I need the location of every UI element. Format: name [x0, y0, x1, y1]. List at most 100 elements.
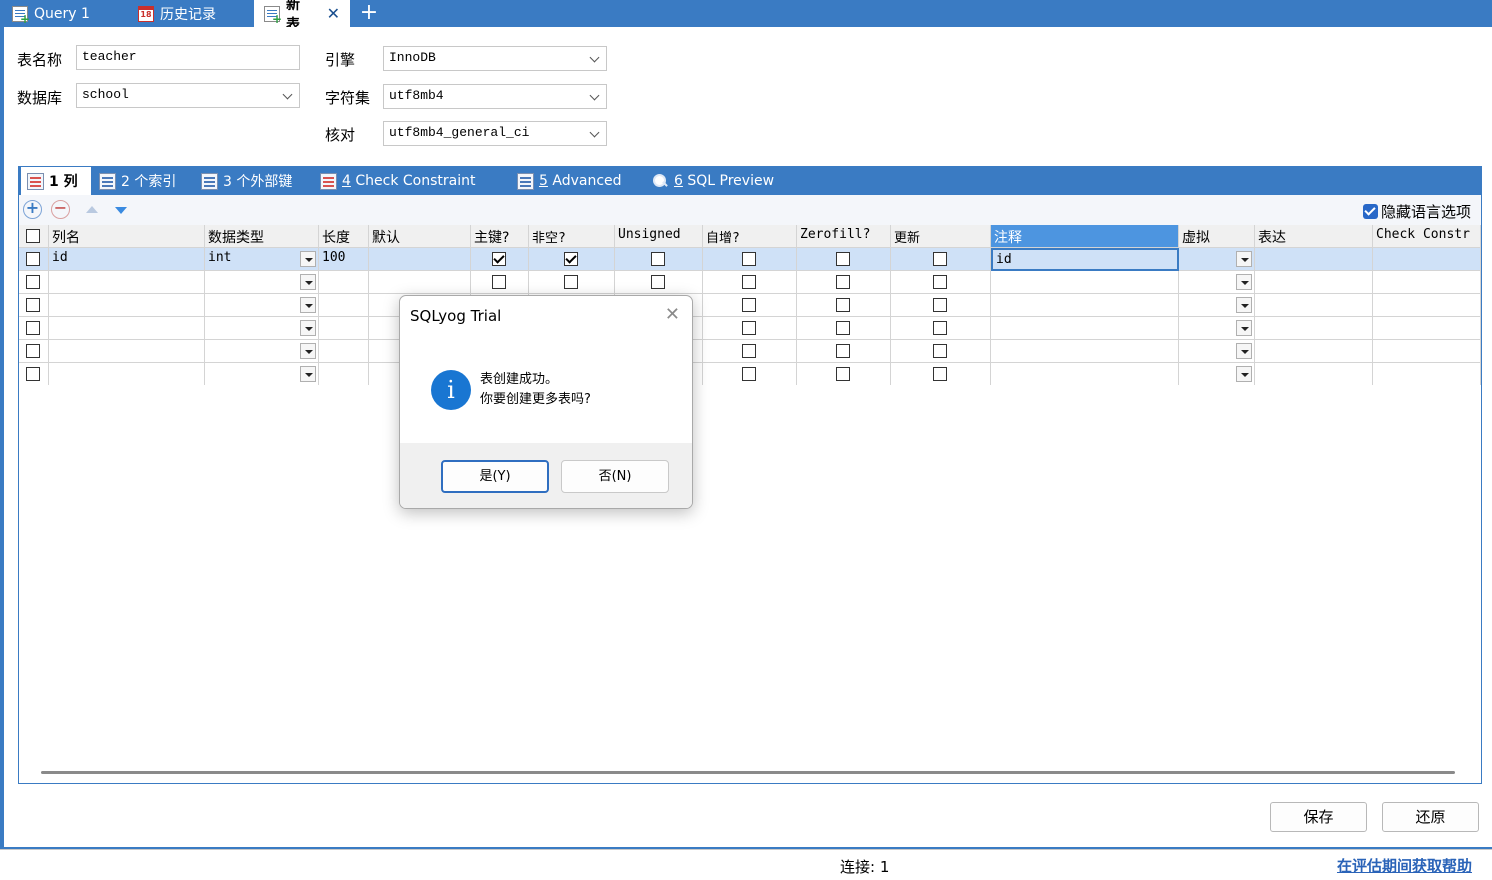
update-cell[interactable] — [891, 271, 991, 294]
chevron-down-icon[interactable] — [1236, 297, 1252, 313]
zerofill-cell[interactable] — [797, 248, 891, 271]
pk-checkbox[interactable] — [492, 252, 506, 266]
chevron-down-icon[interactable] — [1236, 274, 1252, 290]
autoinc-cell[interactable] — [703, 363, 797, 385]
row-select-checkbox[interactable] — [26, 252, 40, 266]
new-tab-plus-icon[interactable]: + — [358, 0, 380, 27]
autoinc-checkbox[interactable] — [742, 344, 756, 358]
subtab-advanced[interactable]: 5 Advanced — [511, 167, 628, 195]
column-header[interactable]: Check Constr — [1373, 225, 1481, 248]
chevron-down-icon[interactable] — [300, 320, 316, 336]
no-button[interactable]: 否(N) — [561, 460, 669, 493]
virtual-cell[interactable] — [1179, 317, 1255, 340]
notnull-cell[interactable] — [529, 271, 615, 294]
comment-cell[interactable] — [991, 317, 1179, 340]
column-header[interactable]: 非空? — [529, 225, 615, 248]
autoinc-cell[interactable] — [703, 317, 797, 340]
check-constraint-cell[interactable] — [1373, 340, 1481, 363]
zerofill-checkbox[interactable] — [836, 298, 850, 312]
column-name-cell[interactable] — [49, 294, 205, 317]
table-row[interactable]: id int 100 id — [19, 248, 1481, 271]
close-icon[interactable]: ✕ — [665, 304, 680, 325]
column-name-cell[interactable] — [49, 363, 205, 385]
row-selector-cell[interactable] — [19, 294, 49, 317]
pk-cell[interactable] — [471, 271, 529, 294]
table-row[interactable] — [19, 317, 1481, 340]
row-selector-cell[interactable] — [19, 248, 49, 271]
virtual-cell[interactable] — [1179, 248, 1255, 271]
remove-column-icon[interactable]: − — [51, 200, 70, 219]
column-name-cell[interactable]: id — [49, 248, 205, 271]
row-select-checkbox[interactable] — [26, 298, 40, 312]
length-cell[interactable]: 100 — [319, 248, 369, 271]
expression-cell[interactable] — [1255, 317, 1373, 340]
autoinc-checkbox[interactable] — [742, 252, 756, 266]
table-row[interactable] — [19, 363, 1481, 385]
select-all-checkbox[interactable] — [26, 229, 40, 243]
chevron-down-icon[interactable] — [1236, 343, 1252, 359]
update-checkbox[interactable] — [933, 367, 947, 381]
unsigned-cell[interactable] — [615, 271, 703, 294]
update-checkbox[interactable] — [933, 298, 947, 312]
column-header[interactable]: 注释 — [991, 225, 1179, 248]
unsigned-checkbox[interactable] — [651, 275, 665, 289]
length-cell[interactable] — [319, 271, 369, 294]
update-checkbox[interactable] — [933, 321, 947, 335]
default-cell[interactable] — [369, 248, 471, 271]
update-checkbox[interactable] — [933, 275, 947, 289]
update-checkbox[interactable] — [933, 344, 947, 358]
column-header[interactable]: 长度 — [319, 225, 369, 248]
engine-select[interactable]: InnoDB — [383, 46, 607, 71]
comment-cell[interactable] — [991, 363, 1179, 385]
expression-cell[interactable] — [1255, 248, 1373, 271]
chevron-down-icon[interactable] — [300, 366, 316, 382]
tab-new-table[interactable]: 新表 ✕ — [254, 0, 350, 33]
column-header[interactable]: 数据类型 — [205, 225, 319, 248]
charset-select[interactable]: utf8mb4 — [383, 84, 607, 109]
expression-cell[interactable] — [1255, 363, 1373, 385]
zerofill-cell[interactable] — [797, 271, 891, 294]
row-select-checkbox[interactable] — [26, 367, 40, 381]
unsigned-cell[interactable] — [615, 248, 703, 271]
column-header[interactable]: Unsigned — [615, 225, 703, 248]
virtual-cell[interactable] — [1179, 271, 1255, 294]
database-select[interactable]: school — [76, 83, 300, 108]
virtual-cell[interactable] — [1179, 340, 1255, 363]
subtab-sql-preview[interactable]: 6 SQL Preview — [646, 167, 780, 195]
move-down-icon[interactable] — [115, 207, 127, 214]
column-header[interactable]: 表达 — [1255, 225, 1373, 248]
row-select-checkbox[interactable] — [26, 321, 40, 335]
row-selector-cell[interactable] — [19, 363, 49, 385]
zerofill-cell[interactable] — [797, 294, 891, 317]
add-column-icon[interactable]: + — [23, 200, 42, 219]
check-constraint-cell[interactable] — [1373, 248, 1481, 271]
expression-cell[interactable] — [1255, 271, 1373, 294]
check-constraint-cell[interactable] — [1373, 317, 1481, 340]
virtual-cell[interactable] — [1179, 294, 1255, 317]
update-cell[interactable] — [891, 363, 991, 385]
table-row[interactable] — [19, 271, 1481, 294]
length-cell[interactable] — [319, 294, 369, 317]
column-header[interactable]: 列名 — [49, 225, 205, 248]
update-cell[interactable] — [891, 340, 991, 363]
autoinc-checkbox[interactable] — [742, 298, 756, 312]
chevron-down-icon[interactable] — [1236, 320, 1252, 336]
zerofill-checkbox[interactable] — [836, 321, 850, 335]
update-cell[interactable] — [891, 248, 991, 271]
data-type-cell[interactable]: int — [205, 248, 319, 271]
length-cell[interactable] — [319, 340, 369, 363]
zerofill-checkbox[interactable] — [836, 367, 850, 381]
length-cell[interactable] — [319, 317, 369, 340]
tab-history[interactable]: 18 历史记录 — [128, 0, 226, 27]
update-cell[interactable] — [891, 294, 991, 317]
chevron-down-icon[interactable] — [300, 343, 316, 359]
notnull-checkbox[interactable] — [564, 252, 578, 266]
chevron-down-icon[interactable] — [1236, 251, 1252, 267]
select-all-header[interactable] — [19, 225, 49, 248]
hide-language-checkbox[interactable] — [1362, 204, 1378, 219]
hide-language-options[interactable]: 隐藏语言选项 — [1362, 201, 1471, 222]
virtual-cell[interactable] — [1179, 363, 1255, 385]
chevron-down-icon[interactable] — [300, 251, 316, 267]
zerofill-cell[interactable] — [797, 363, 891, 385]
save-button[interactable]: 保存 — [1270, 802, 1367, 832]
